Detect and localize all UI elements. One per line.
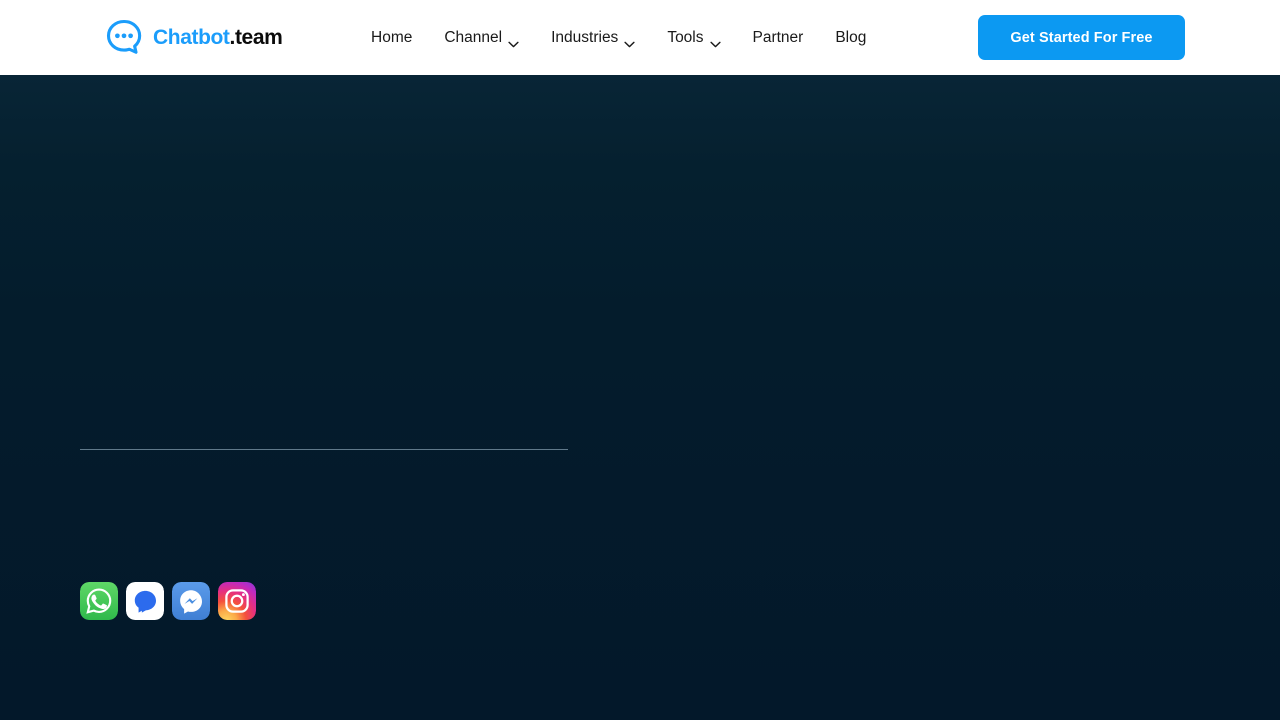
channel-icon-row	[80, 582, 256, 620]
chat-bubble-dots-icon	[104, 17, 144, 57]
hero-section	[0, 75, 1280, 720]
chevron-down-icon	[624, 35, 635, 48]
brand-name-suffix: .team	[229, 25, 283, 49]
brand-wordmark: Chatbot .team	[153, 25, 283, 49]
get-started-button[interactable]: Get Started For Free	[978, 15, 1185, 60]
main-navigation: Home Channel Industries Tools Partner Bl…	[355, 0, 882, 75]
site-header: Chatbot .team Home Channel Industries To…	[0, 0, 1280, 75]
nav-item-blog[interactable]: Blog	[819, 0, 882, 75]
nav-item-tools[interactable]: Tools	[651, 0, 736, 75]
nav-item-partner[interactable]: Partner	[737, 0, 820, 75]
nav-item-label: Tools	[667, 28, 704, 46]
brand-logo-link[interactable]: Chatbot .team	[104, 17, 283, 57]
nav-item-home[interactable]: Home	[355, 0, 428, 75]
nav-item-channel[interactable]: Channel	[428, 0, 535, 75]
nav-item-label: Partner	[752, 28, 804, 46]
nav-item-label: Channel	[444, 28, 503, 46]
get-started-button-label: Get Started For Free	[1010, 29, 1153, 46]
nav-item-label: Industries	[551, 28, 619, 46]
chevron-down-icon	[508, 35, 519, 48]
page-root: Chatbot .team Home Channel Industries To…	[0, 0, 1280, 720]
brand-name-primary: Chatbot	[153, 25, 230, 49]
nav-item-label: Home	[371, 28, 413, 46]
nav-item-industries[interactable]: Industries	[535, 0, 651, 75]
nav-item-label: Blog	[835, 28, 867, 46]
whatsapp-icon[interactable]	[80, 582, 118, 620]
hero-divider	[80, 449, 568, 450]
messenger-icon[interactable]	[172, 582, 210, 620]
chevron-down-icon	[709, 35, 721, 48]
messages-icon[interactable]	[126, 582, 164, 620]
instagram-icon[interactable]	[218, 582, 256, 620]
hero-content	[80, 75, 640, 720]
